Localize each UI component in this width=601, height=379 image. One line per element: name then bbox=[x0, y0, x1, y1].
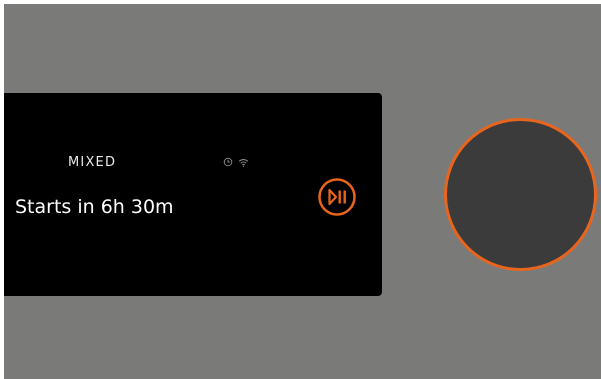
play-pause-button[interactable] bbox=[317, 177, 357, 217]
play-pause-icon bbox=[317, 177, 357, 217]
rotary-dial[interactable] bbox=[444, 118, 597, 271]
schedule-status-text: Starts in 6h 30m bbox=[15, 196, 174, 218]
device-panel: MIXED Starts in 6h 30m bbox=[4, 4, 601, 379]
wifi-icon bbox=[238, 158, 249, 167]
timer-icon bbox=[223, 157, 233, 167]
mode-label: MIXED bbox=[68, 155, 117, 170]
display-screen: MIXED Starts in 6h 30m bbox=[4, 93, 382, 296]
status-icons bbox=[223, 157, 249, 167]
